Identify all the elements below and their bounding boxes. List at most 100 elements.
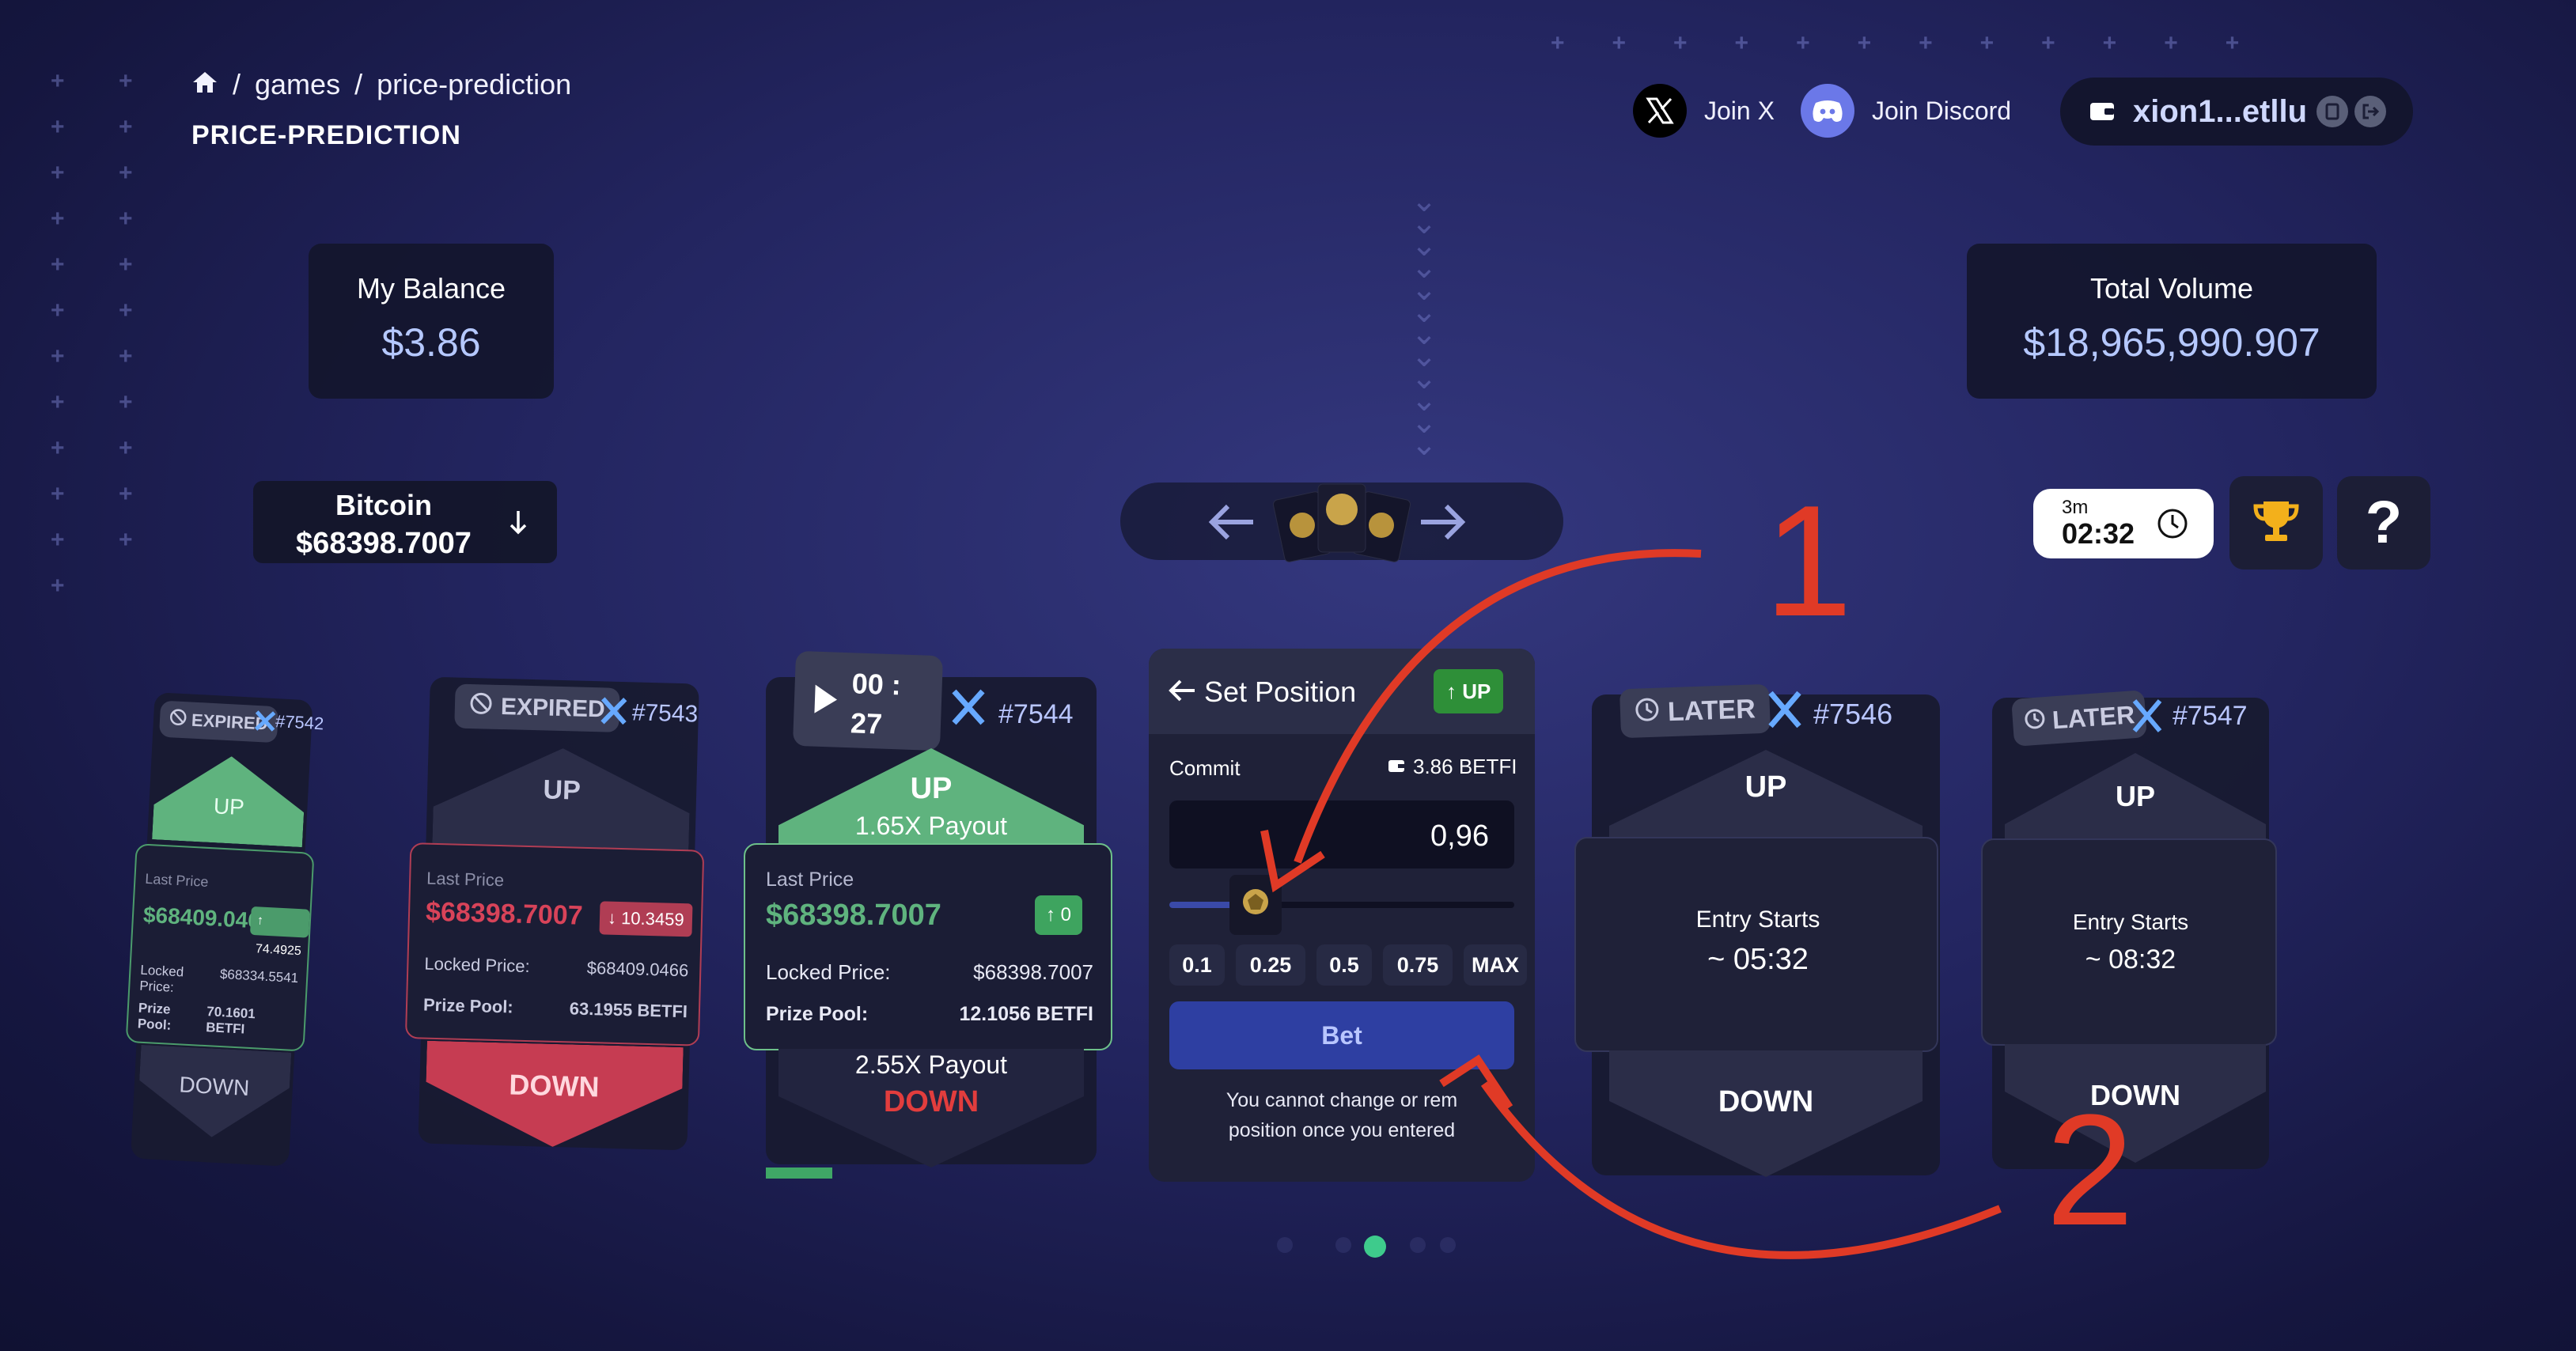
plus-grid-left: + + + + + + + + + + + + bbox=[51, 68, 65, 599]
down-payout: 2.55X Payout bbox=[854, 1050, 1008, 1079]
round-progress-fill bbox=[766, 1167, 832, 1179]
countdown-minutes: 00 : bbox=[851, 667, 902, 702]
amount-slider[interactable] bbox=[1169, 875, 1514, 935]
entry-starts-time: ~ 08:32 bbox=[2085, 944, 2176, 974]
set-position-title: Set Position bbox=[1204, 676, 1357, 708]
plus-grid-top: ++++++++++++ bbox=[1551, 30, 2287, 56]
wallet-address: xion1...etllu bbox=[2133, 93, 2308, 129]
up-label: UP bbox=[1744, 770, 1787, 804]
up-payout: 1.65X Payout bbox=[854, 812, 1008, 840]
prize-pool-row: Prize Pool: 12.1056 BETFI bbox=[766, 1003, 1093, 1025]
betfi-logo-icon bbox=[1240, 887, 1271, 923]
leaderboard-button[interactable] bbox=[2229, 476, 2323, 570]
locked-price-row: Locked Price: $68334.5541 bbox=[138, 962, 299, 995]
wallet-button[interactable]: xion1...etllu bbox=[2060, 78, 2413, 146]
status-badge: LATER bbox=[2011, 690, 2148, 747]
last-price-label: Last Price bbox=[766, 868, 854, 891]
asset-selector[interactable]: Bitcoin $68398.7007 bbox=[253, 481, 557, 563]
round-card-7542: EXPIRED #7542 UP Last Price $68409.0466 … bbox=[119, 691, 325, 1175]
logout-icon[interactable] bbox=[2354, 96, 2387, 127]
commit-label: Commit bbox=[1169, 756, 1241, 780]
down-label: DOWN bbox=[883, 1085, 979, 1118]
round-info: Last Price $68409.0466 ↑ 74.4925 Locked … bbox=[125, 843, 315, 1052]
back-arrow-icon[interactable] bbox=[1168, 679, 1196, 706]
total-volume-label: Total Volume bbox=[2089, 272, 2254, 305]
price-change-badge: ↑ 0 bbox=[1035, 895, 1083, 935]
breadcrumb-current: price-prediction bbox=[377, 68, 572, 100]
pagination-dot[interactable] bbox=[1277, 1237, 1293, 1253]
play-icon bbox=[811, 683, 839, 720]
entry-starts-label: Entry Starts bbox=[2072, 910, 2189, 934]
round-info: Last Price $68398.7007 ↑ 0 Locked Price:… bbox=[744, 843, 1112, 1050]
epoch-number: #7543 bbox=[631, 699, 699, 728]
arrow-right-icon[interactable] bbox=[1418, 503, 1468, 545]
status-badge: LATER bbox=[1619, 683, 1771, 739]
entry-starts-label: Entry Starts bbox=[1695, 906, 1820, 933]
join-discord-link[interactable]: Join Discord bbox=[1801, 84, 2011, 138]
copy-address-icon[interactable] bbox=[2317, 96, 2349, 127]
last-price-label: Last Price bbox=[426, 868, 505, 891]
breadcrumb: / games / price-prediction bbox=[191, 68, 571, 101]
countdown-seconds: 27 bbox=[850, 706, 883, 740]
epoch-number: #7544 bbox=[998, 699, 1074, 729]
epoch-number: #7546 bbox=[1813, 698, 1893, 730]
annotation-number-1: 1 bbox=[1764, 473, 1853, 649]
wallet-icon bbox=[2089, 94, 2116, 130]
epoch-number: #7542 bbox=[275, 711, 324, 734]
preset-0-5-button[interactable]: 0.5 bbox=[1316, 944, 1372, 986]
price-change-badge: ↓ 10.3459 bbox=[599, 901, 693, 937]
blocked-icon bbox=[468, 691, 493, 722]
xion-logo-icon bbox=[2131, 698, 2163, 738]
breadcrumb-games[interactable]: games bbox=[255, 68, 340, 101]
join-x-link[interactable]: Join X bbox=[1633, 84, 1775, 138]
round-navigator bbox=[1120, 482, 1563, 562]
round-card-7544-live: 00 : 27 #7544 UP 1.65X Payout Last Price… bbox=[744, 650, 1116, 1179]
last-price-value: $68398.7007 bbox=[766, 899, 941, 932]
available-balance: 3.86 BETFI bbox=[1388, 755, 1517, 779]
xion-logo-icon bbox=[254, 709, 276, 737]
pagination-dot[interactable] bbox=[1410, 1237, 1426, 1253]
price-change-badge: ↑ 74.4925 bbox=[249, 906, 310, 958]
my-balance-panel: My Balance $3.86 bbox=[309, 244, 554, 399]
round-info: Last Price $68398.7007 ↓ 10.3459 Locked … bbox=[404, 842, 705, 1046]
status-text: EXPIRED bbox=[500, 694, 606, 723]
total-volume-value: $18,965,990.907 bbox=[2023, 320, 2320, 365]
pagination-dot-active[interactable] bbox=[1364, 1236, 1386, 1258]
page-title: PRICE-PREDICTION bbox=[191, 120, 461, 150]
timer-countdown: 02:32 bbox=[2062, 517, 2135, 550]
timer-interval: 3m bbox=[2062, 497, 2089, 518]
last-price-value: $68398.7007 bbox=[425, 896, 584, 931]
preset-0-1-button[interactable]: 0.1 bbox=[1169, 944, 1225, 986]
arrow-down-icon bbox=[506, 508, 530, 540]
commit-amount-input[interactable]: 0,96 bbox=[1169, 800, 1514, 868]
help-button[interactable]: ? bbox=[2337, 476, 2430, 570]
discord-logo-icon bbox=[1801, 84, 1854, 138]
direction-badge: ↑ UP bbox=[1434, 669, 1504, 713]
round-card-7543: EXPIRED #7543 UP Last Price $68398.7007 … bbox=[402, 676, 715, 1159]
bet-notice: You cannot change or rem position once y… bbox=[1225, 1089, 1458, 1141]
clock-icon bbox=[2023, 706, 2048, 736]
home-icon[interactable] bbox=[191, 68, 218, 101]
preset-0-25-button[interactable]: 0.25 bbox=[1236, 944, 1305, 986]
clock-icon bbox=[1634, 696, 1660, 729]
set-position-panel: Set Position ↑ UP Commit 3.86 BETFI 0,96… bbox=[1149, 649, 1535, 1182]
pagination-dot[interactable] bbox=[1440, 1237, 1456, 1253]
slider-thumb[interactable] bbox=[1229, 875, 1282, 935]
plus-grid-left-2: + + + + + + + + + + + bbox=[119, 68, 133, 553]
round-card-7546: LATER #7546 UP Entry Starts ~ 05:32 DOWN bbox=[1574, 679, 1954, 1177]
status-text: LATER bbox=[1667, 693, 1756, 727]
preset-0-75-button[interactable]: 0.75 bbox=[1383, 944, 1453, 986]
down-label: DOWN bbox=[508, 1068, 600, 1103]
trophy-icon bbox=[2252, 498, 2300, 548]
preset-max-button[interactable]: MAX bbox=[1464, 944, 1527, 986]
up-label: UP bbox=[2115, 780, 2155, 812]
betfi-logo-icon bbox=[1271, 479, 1413, 570]
down-label: DOWN bbox=[1718, 1085, 1814, 1118]
my-balance-value: $3.86 bbox=[381, 320, 481, 365]
last-price-label: Last Price bbox=[144, 870, 209, 890]
down-label: DOWN bbox=[2090, 1079, 2180, 1111]
pagination-dot[interactable] bbox=[1335, 1237, 1351, 1253]
round-info: Entry Starts ~ 05:32 bbox=[1574, 837, 1938, 1052]
bet-button[interactable]: Bet bbox=[1169, 1001, 1514, 1069]
arrow-left-icon[interactable] bbox=[1206, 503, 1256, 545]
